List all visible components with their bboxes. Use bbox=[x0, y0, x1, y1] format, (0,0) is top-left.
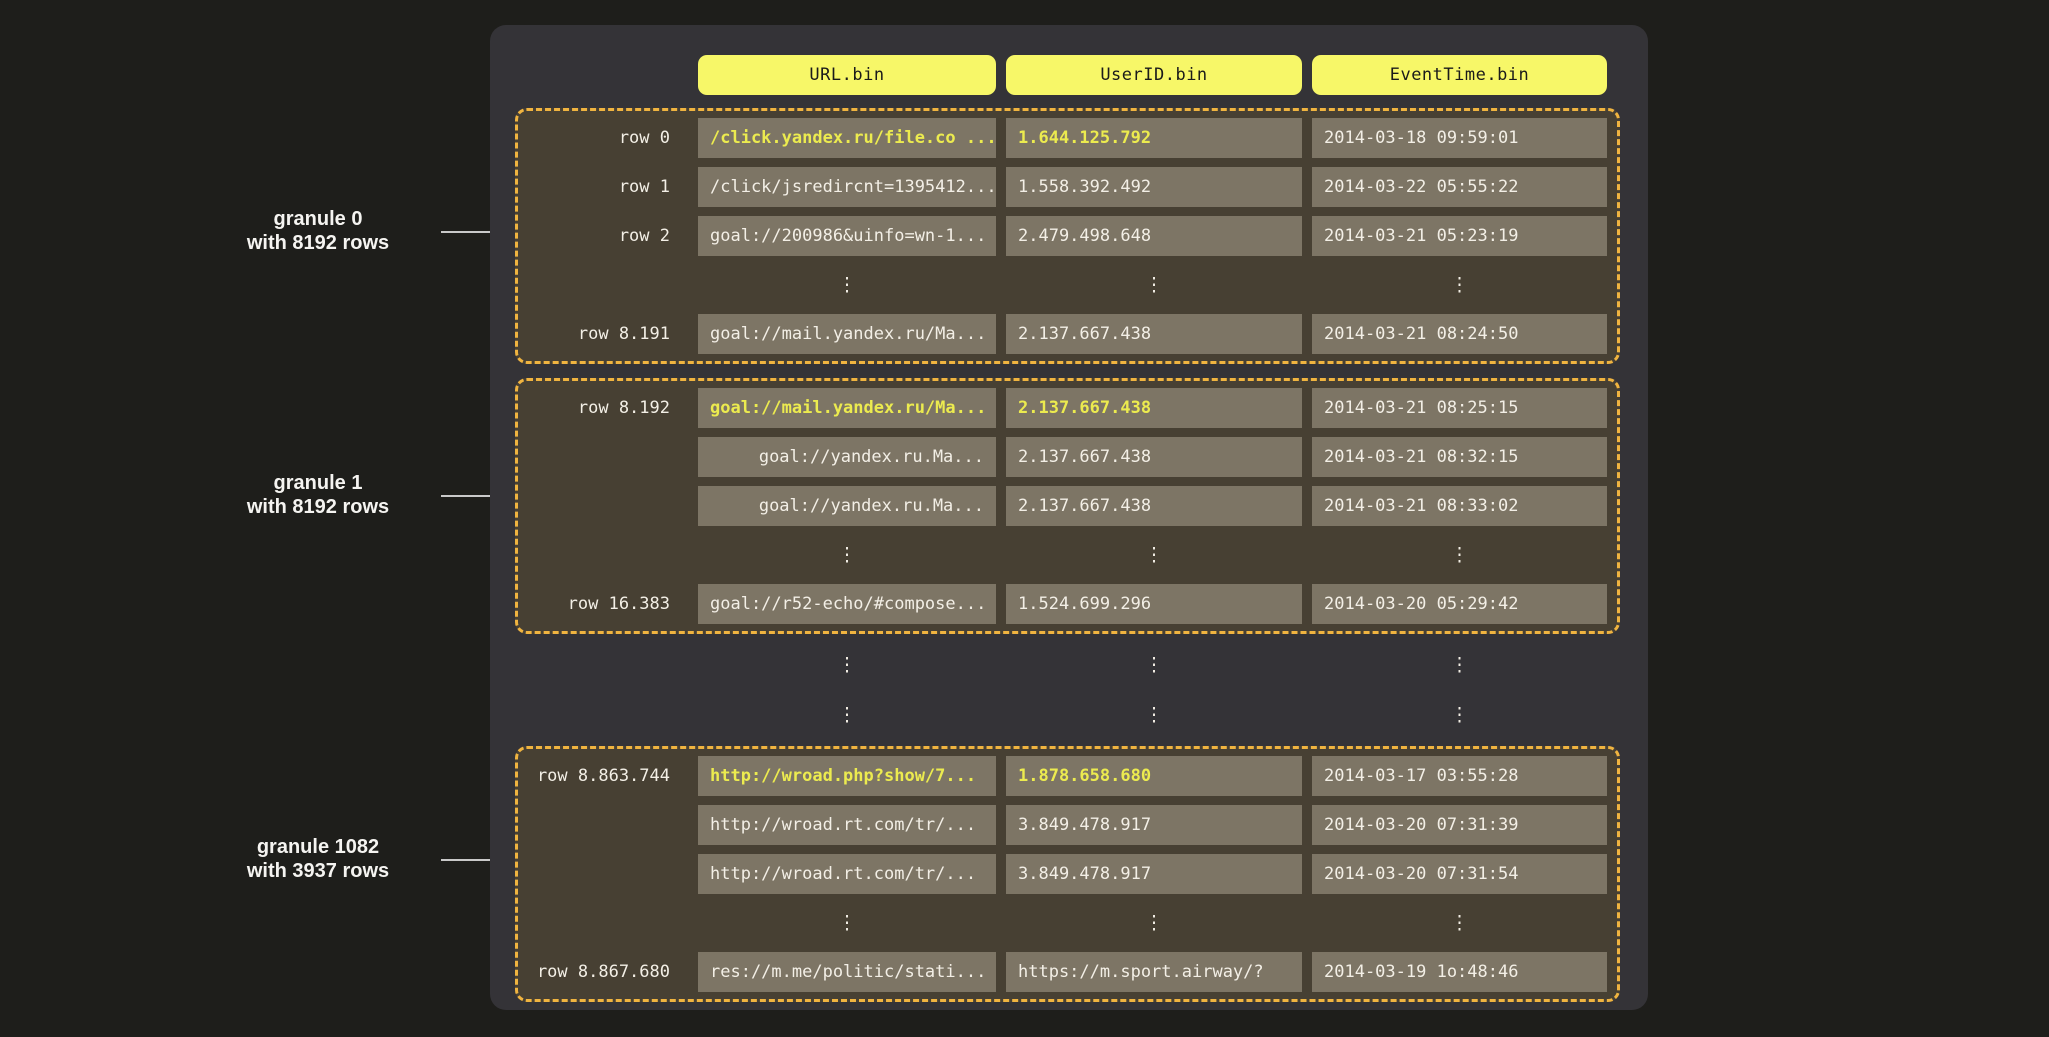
eventtime-cell: 2014-03-20 07:31:39 bbox=[1312, 805, 1607, 845]
eventtime-cell: 2014-03-17 03:55:28 bbox=[1312, 756, 1607, 796]
userid-cell: 1.558.392.492 bbox=[1006, 167, 1302, 207]
table-row: http://wroad.rt.com/tr/... 3.849.478.917… bbox=[518, 805, 1617, 845]
userid-cell: 2.137.667.438 bbox=[1006, 486, 1302, 526]
vertical-ellipsis-icon: ⋮ bbox=[1312, 640, 1607, 690]
url-cell: goal://yandex.ru.Ma... bbox=[698, 486, 996, 526]
column-header-eventtime: EventTime.bin bbox=[1312, 55, 1607, 95]
granule-1-box: row 8.192 goal://mail.yandex.ru/Ma... 2.… bbox=[515, 378, 1620, 634]
eventtime-cell: 2014-03-22 05:55:22 bbox=[1312, 167, 1607, 207]
url-cell: /click/jsredircnt=1395412... bbox=[698, 167, 996, 207]
vertical-ellipsis-icon: ⋮ bbox=[1006, 535, 1302, 575]
granule-1082-box: row 8.863.744 http://wroad.php?show/7...… bbox=[515, 746, 1620, 1002]
table-row: row 8.191 goal://mail.yandex.ru/Ma... 2.… bbox=[518, 314, 1617, 354]
vertical-ellipsis-icon: ⋮ bbox=[698, 265, 996, 305]
url-cell: /click.yandex.ru/file.co ... bbox=[698, 118, 996, 158]
table-row: row 8.867.680 res://m.me/politic/stati..… bbox=[518, 952, 1617, 992]
eventtime-cell: 2014-03-20 05:29:42 bbox=[1312, 584, 1607, 624]
url-cell: goal://200986&uinfo=wn-1... bbox=[698, 216, 996, 256]
url-cell: res://m.me/politic/stati... bbox=[698, 952, 996, 992]
ellipsis-row: ⋮ ⋮ ⋮ bbox=[518, 903, 1617, 943]
eventtime-cell: 2014-03-21 05:23:19 bbox=[1312, 216, 1607, 256]
granule-1082-sublabel: with 3937 rows bbox=[203, 859, 433, 883]
table-row: row 16.383 goal://r52-echo/#compose... 1… bbox=[518, 584, 1617, 624]
url-cell: goal://r52-echo/#compose... bbox=[698, 584, 996, 624]
vertical-ellipsis-icon: ⋮ bbox=[698, 903, 996, 943]
eventtime-cell: 2014-03-18 09:59:01 bbox=[1312, 118, 1607, 158]
column-headers: URL.bin UserID.bin EventTime.bin bbox=[518, 55, 1648, 95]
ellipsis-row: ⋮ ⋮ ⋮ bbox=[518, 535, 1617, 575]
eventtime-cell: 2014-03-21 08:33:02 bbox=[1312, 486, 1607, 526]
userid-cell: 3.849.478.917 bbox=[1006, 805, 1302, 845]
vertical-ellipsis-icon: ⋮ bbox=[1006, 690, 1302, 740]
url-cell: http://wroad.rt.com/tr/... bbox=[698, 805, 996, 845]
table-row: row 0 /click.yandex.ru/file.co ... 1.644… bbox=[518, 118, 1617, 158]
granule-1082-label: granule 1082 bbox=[203, 835, 433, 859]
table-row: goal://yandex.ru.Ma... 2.137.667.438 201… bbox=[518, 437, 1617, 477]
userid-cell: https://m.sport.airway/? bbox=[1006, 952, 1302, 992]
eventtime-cell: 2014-03-19 1o:48:46 bbox=[1312, 952, 1607, 992]
vertical-ellipsis-icon: ⋮ bbox=[1006, 640, 1302, 690]
vertical-ellipsis-icon: ⋮ bbox=[1312, 535, 1607, 575]
eventtime-cell: 2014-03-21 08:32:15 bbox=[1312, 437, 1607, 477]
userid-cell: 1.524.699.296 bbox=[1006, 584, 1302, 624]
skipped-granules-ellipsis: ⋮ ⋮ ⋮ ⋮ ⋮ ⋮ bbox=[518, 640, 1648, 740]
table-row: row 8.192 goal://mail.yandex.ru/Ma... 2.… bbox=[518, 388, 1617, 428]
userid-cell: 3.849.478.917 bbox=[1006, 854, 1302, 894]
vertical-ellipsis-icon: ⋮ bbox=[1006, 903, 1302, 943]
ellipsis-row: ⋮ ⋮ ⋮ bbox=[518, 690, 1648, 740]
granule-1-annotation: granule 1 with 8192 rows bbox=[203, 471, 433, 519]
url-cell: http://wroad.rt.com/tr/... bbox=[698, 854, 996, 894]
eventtime-cell: 2014-03-21 08:25:15 bbox=[1312, 388, 1607, 428]
granule-0-box: row 0 /click.yandex.ru/file.co ... 1.644… bbox=[515, 108, 1620, 364]
eventtime-cell: 2014-03-21 08:24:50 bbox=[1312, 314, 1607, 354]
granule-1082-annotation: granule 1082 with 3937 rows bbox=[203, 835, 433, 883]
granule-0-sublabel: with 8192 rows bbox=[203, 231, 433, 255]
granule-0-annotation: granule 0 with 8192 rows bbox=[203, 207, 433, 255]
vertical-ellipsis-icon: ⋮ bbox=[698, 535, 996, 575]
vertical-ellipsis-icon: ⋮ bbox=[1312, 265, 1607, 305]
userid-cell: 1.644.125.792 bbox=[1006, 118, 1302, 158]
ellipsis-row: ⋮ ⋮ ⋮ bbox=[518, 640, 1648, 690]
vertical-ellipsis-icon: ⋮ bbox=[698, 690, 996, 740]
data-part-panel: URL.bin UserID.bin EventTime.bin row 0 /… bbox=[490, 25, 1648, 1010]
column-header-url: URL.bin bbox=[698, 55, 996, 95]
userid-cell: 2.479.498.648 bbox=[1006, 216, 1302, 256]
table-row: row 2 goal://200986&uinfo=wn-1... 2.479.… bbox=[518, 216, 1617, 256]
granule-0-label: granule 0 bbox=[203, 207, 433, 231]
ellipsis-row: ⋮ ⋮ ⋮ bbox=[518, 265, 1617, 305]
userid-cell: 2.137.667.438 bbox=[1006, 437, 1302, 477]
vertical-ellipsis-icon: ⋮ bbox=[1006, 265, 1302, 305]
table-row: goal://yandex.ru.Ma... 2.137.667.438 201… bbox=[518, 486, 1617, 526]
column-header-userid: UserID.bin bbox=[1006, 55, 1302, 95]
userid-cell: 2.137.667.438 bbox=[1006, 314, 1302, 354]
vertical-ellipsis-icon: ⋮ bbox=[1312, 903, 1607, 943]
url-cell: goal://mail.yandex.ru/Ma... bbox=[698, 388, 996, 428]
vertical-ellipsis-icon: ⋮ bbox=[698, 640, 996, 690]
table-row: http://wroad.rt.com/tr/... 3.849.478.917… bbox=[518, 854, 1617, 894]
eventtime-cell: 2014-03-20 07:31:54 bbox=[1312, 854, 1607, 894]
url-cell: http://wroad.php?show/7... bbox=[698, 756, 996, 796]
table-row: row 1 /click/jsredircnt=1395412... 1.558… bbox=[518, 167, 1617, 207]
userid-cell: 2.137.667.438 bbox=[1006, 388, 1302, 428]
url-cell: goal://yandex.ru.Ma... bbox=[698, 437, 996, 477]
granule-1-sublabel: with 8192 rows bbox=[203, 495, 433, 519]
granule-1-label: granule 1 bbox=[203, 471, 433, 495]
vertical-ellipsis-icon: ⋮ bbox=[1312, 690, 1607, 740]
userid-cell: 1.878.658.680 bbox=[1006, 756, 1302, 796]
table-row: row 8.863.744 http://wroad.php?show/7...… bbox=[518, 756, 1617, 796]
url-cell: goal://mail.yandex.ru/Ma... bbox=[698, 314, 996, 354]
